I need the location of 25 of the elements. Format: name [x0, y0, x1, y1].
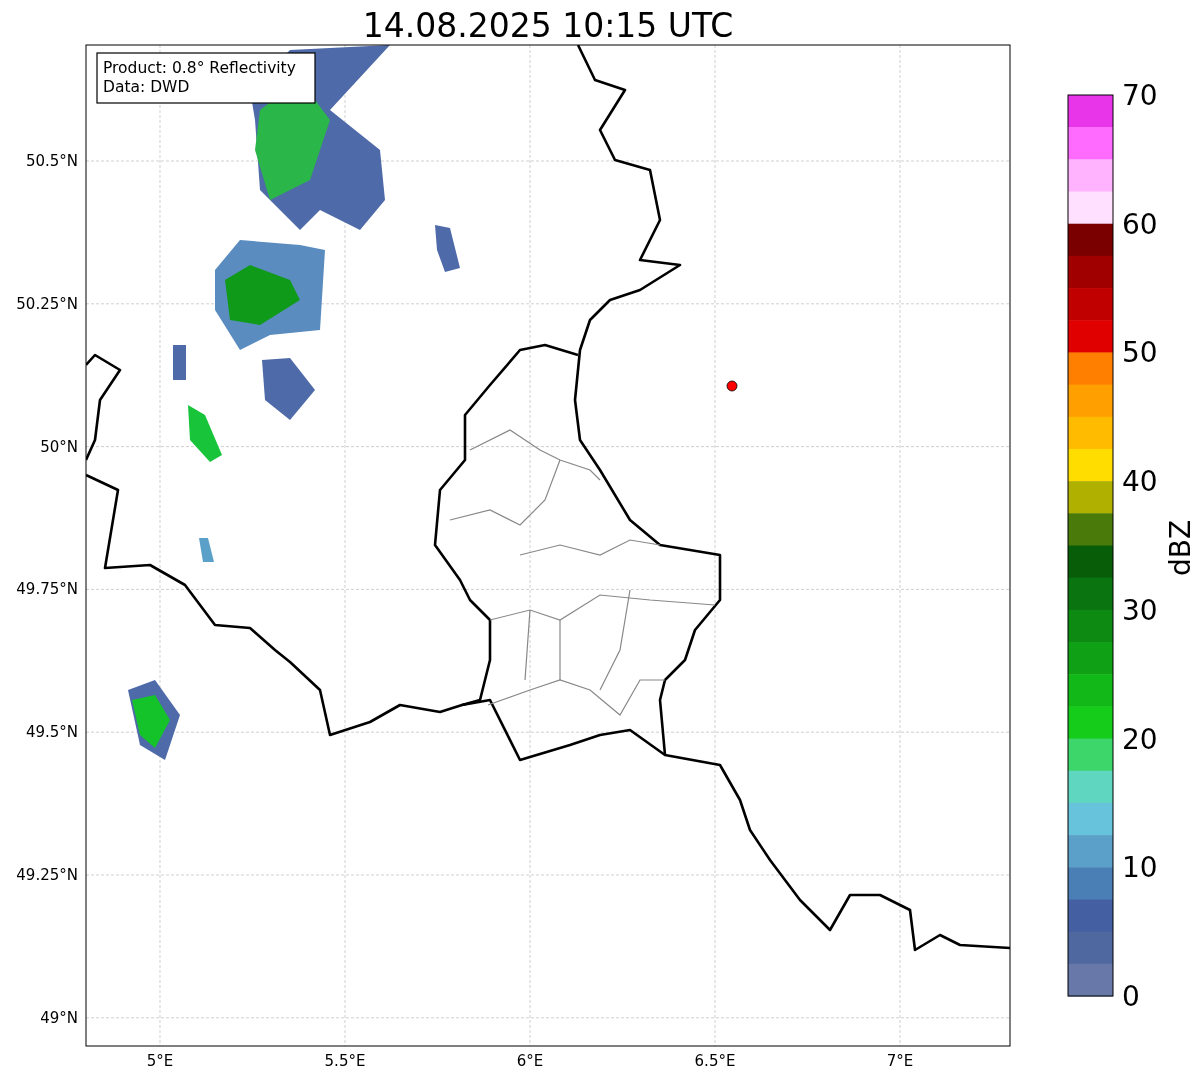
latitude-tick-label: 50.5°N: [25, 152, 78, 170]
radar-site-marker: [726, 380, 738, 392]
colorbar-label: dBZ: [1164, 519, 1197, 577]
colorbar-tick-label: 40: [1122, 465, 1158, 499]
legend-text: Data: DWD: [103, 78, 190, 96]
latitude-tick-label: 49.25°N: [16, 866, 78, 884]
colorbar-tick-label: 30: [1122, 593, 1158, 627]
longitude-tick-label: 7°E: [886, 1052, 914, 1070]
colorbar-tick-label: 50: [1122, 336, 1158, 370]
colorbar-tick-label: 20: [1122, 722, 1158, 756]
latitude-tick-label: 49.75°N: [16, 580, 78, 599]
longitude-tick-label: 6°E: [516, 1052, 544, 1070]
latitude-tick-label: 50°N: [40, 437, 78, 456]
colorbar-tick-label: 60: [1122, 207, 1158, 241]
longitude-tick-label: 5°E: [146, 1052, 174, 1070]
latitude-tick-label: 49°N: [40, 1008, 78, 1027]
latitude-tick-label: 49.5°N: [25, 723, 78, 742]
latitude-tick-label: 50.25°N: [16, 294, 78, 313]
legend-text: Product: 0.8° Reflectivity: [103, 59, 296, 77]
colorbar-tick-label: 70: [1122, 79, 1158, 112]
longitude-tick-label: 5.5°E: [324, 1052, 366, 1070]
longitude-tick-label: 6.5°E: [694, 1052, 736, 1070]
colorbar-tick-label: 10: [1122, 851, 1158, 885]
colorbar-tick-label: 0: [1122, 980, 1140, 1013]
chart-title: 14.08.2025 10:15 UTC: [362, 6, 734, 45]
